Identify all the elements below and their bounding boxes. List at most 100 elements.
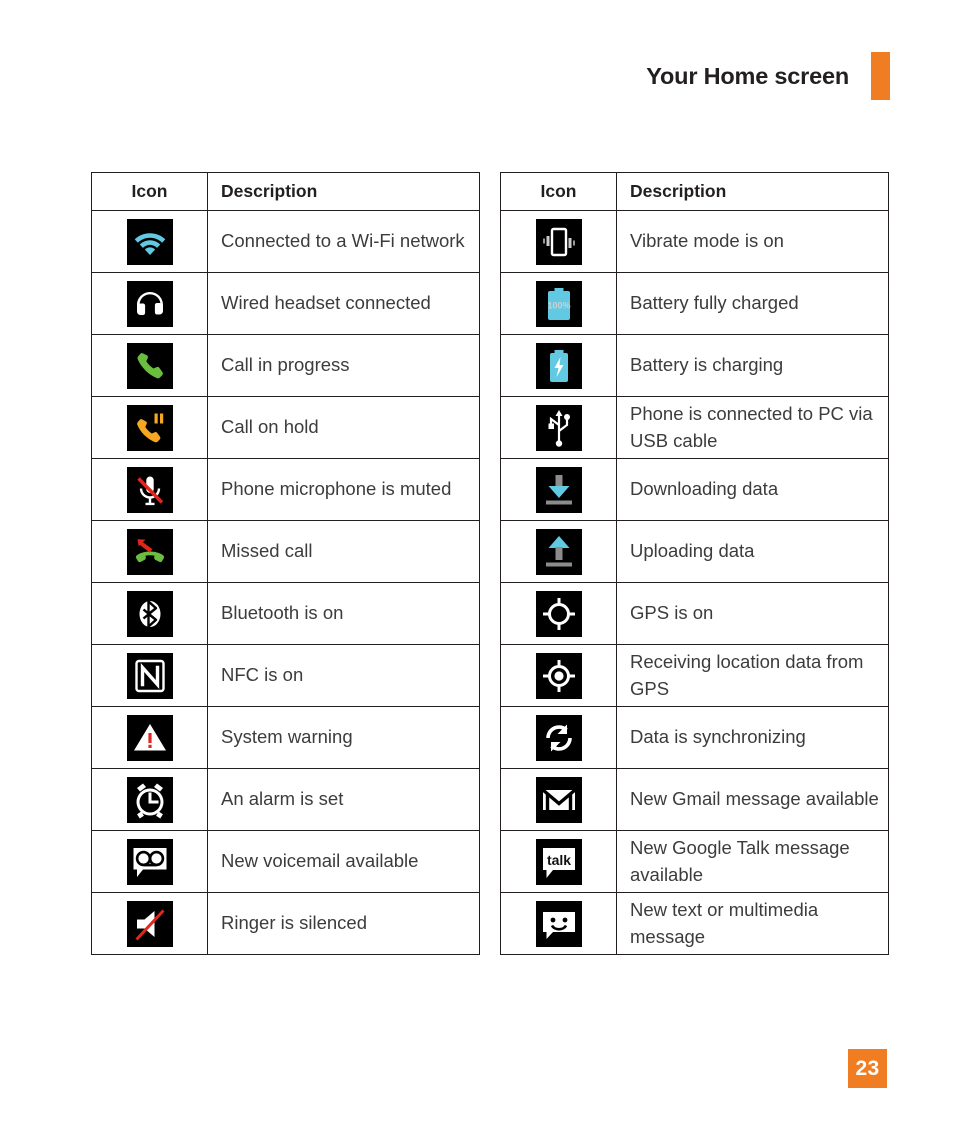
- table-row: Battery is charging: [500, 334, 889, 397]
- gps-on-icon: [535, 590, 582, 637]
- table-row: Phone microphone is muted: [91, 458, 480, 521]
- description-cell: New voicemail available: [207, 830, 480, 893]
- call-on-hold-icon: [126, 404, 173, 451]
- download-icon: [535, 466, 582, 513]
- upload-icon: [535, 528, 582, 575]
- icon-cell: [91, 520, 208, 583]
- status-icon-table-left: Icon Description Connected to a Wi-Fi ne…: [91, 172, 480, 955]
- column-header-icon: Icon: [91, 172, 208, 211]
- table-row: Data is synchronizing: [500, 706, 889, 769]
- column-header-description: Description: [616, 172, 889, 211]
- svg-text:100%: 100%: [547, 300, 570, 310]
- missed-call-icon: [126, 528, 173, 575]
- description-cell: Phone microphone is muted: [207, 458, 480, 521]
- vibrate-mode-icon: [535, 218, 582, 265]
- table-row: Receiving location data from GPS: [500, 644, 889, 707]
- microphone-muted-icon: [126, 466, 173, 513]
- sync-icon: [535, 714, 582, 761]
- status-icon-table-right: Icon Description Vibrate mode is on 100%…: [500, 172, 889, 955]
- description-cell: Missed call: [207, 520, 480, 583]
- description-cell: New Gmail message available: [616, 768, 889, 831]
- description-cell: Call in progress: [207, 334, 480, 397]
- table-row: New voicemail available: [91, 830, 480, 893]
- ringer-silenced-icon: [126, 900, 173, 947]
- icon-cell: [91, 272, 208, 335]
- icon-cell: [500, 520, 617, 583]
- description-cell: An alarm is set: [207, 768, 480, 831]
- table-row: talk New Google Talk message available: [500, 830, 889, 893]
- table-row: Downloading data: [500, 458, 889, 521]
- usb-connected-icon: [535, 404, 582, 451]
- icon-cell: [91, 830, 208, 893]
- description-cell: Wired headset connected: [207, 272, 480, 335]
- table-row: Uploading data: [500, 520, 889, 583]
- icon-cell: [500, 768, 617, 831]
- description-cell: Uploading data: [616, 520, 889, 583]
- bluetooth-on-icon: [126, 590, 173, 637]
- table-row: New Gmail message available: [500, 768, 889, 831]
- system-warning-icon: [126, 714, 173, 761]
- google-talk-icon: talk: [535, 838, 582, 885]
- icon-cell: [91, 644, 208, 707]
- table-row: 100% Battery fully charged: [500, 272, 889, 335]
- icon-cell: talk: [500, 830, 617, 893]
- description-cell: New Google Talk message available: [616, 830, 889, 893]
- svg-text:talk: talk: [546, 852, 570, 868]
- call-in-progress-icon: [126, 342, 173, 389]
- page-header: Your Home screen: [646, 52, 890, 100]
- table-row: An alarm is set: [91, 768, 480, 831]
- description-cell: New text or multimedia message: [616, 892, 889, 955]
- description-cell: NFC is on: [207, 644, 480, 707]
- icon-cell: [500, 334, 617, 397]
- icon-cell: [500, 644, 617, 707]
- page-number-badge: 23: [848, 1049, 887, 1088]
- description-cell: Phone is connected to PC via USB cable: [616, 396, 889, 459]
- table-row: Phone is connected to PC via USB cable: [500, 396, 889, 459]
- table-row: Call on hold: [91, 396, 480, 459]
- voicemail-icon: [126, 838, 173, 885]
- icon-tables-container: Icon Description Connected to a Wi-Fi ne…: [91, 172, 889, 955]
- icon-cell: [500, 582, 617, 645]
- description-cell: Data is synchronizing: [616, 706, 889, 769]
- description-cell: System warning: [207, 706, 480, 769]
- description-cell: Bluetooth is on: [207, 582, 480, 645]
- table-row: Bluetooth is on: [91, 582, 480, 645]
- gps-fix-icon: [535, 652, 582, 699]
- icon-cell: [91, 458, 208, 521]
- battery-full-icon: 100%: [535, 280, 582, 327]
- column-header-description: Description: [207, 172, 480, 211]
- table-row: Connected to a Wi-Fi network: [91, 210, 480, 273]
- description-cell: Vibrate mode is on: [616, 210, 889, 273]
- battery-charging-icon: [535, 342, 582, 389]
- description-cell: Battery fully charged: [616, 272, 889, 335]
- icon-cell: [91, 582, 208, 645]
- icon-cell: [91, 768, 208, 831]
- table-header-row: Icon Description: [91, 172, 480, 211]
- icon-cell: 100%: [500, 272, 617, 335]
- icon-cell: [91, 892, 208, 955]
- icon-cell: [500, 706, 617, 769]
- icon-cell: [500, 210, 617, 273]
- column-header-icon: Icon: [500, 172, 617, 211]
- table-row: GPS is on: [500, 582, 889, 645]
- alarm-set-icon: [126, 776, 173, 823]
- icon-cell: [500, 892, 617, 955]
- description-cell: Connected to a Wi-Fi network: [207, 210, 480, 273]
- table-row: Call in progress: [91, 334, 480, 397]
- table-row: Ringer is silenced: [91, 892, 480, 955]
- icon-cell: [91, 396, 208, 459]
- description-cell: Ringer is silenced: [207, 892, 480, 955]
- description-cell: Receiving location data from GPS: [616, 644, 889, 707]
- table-row: System warning: [91, 706, 480, 769]
- icon-cell: [500, 396, 617, 459]
- table-header-row: Icon Description: [500, 172, 889, 211]
- description-cell: Call on hold: [207, 396, 480, 459]
- page-title: Your Home screen: [646, 62, 849, 89]
- table-row: Vibrate mode is on: [500, 210, 889, 273]
- icon-cell: [91, 334, 208, 397]
- wifi-connected-icon: [126, 218, 173, 265]
- header-accent-bar: [871, 52, 890, 100]
- table-row: Wired headset connected: [91, 272, 480, 335]
- description-cell: Downloading data: [616, 458, 889, 521]
- icon-cell: [91, 210, 208, 273]
